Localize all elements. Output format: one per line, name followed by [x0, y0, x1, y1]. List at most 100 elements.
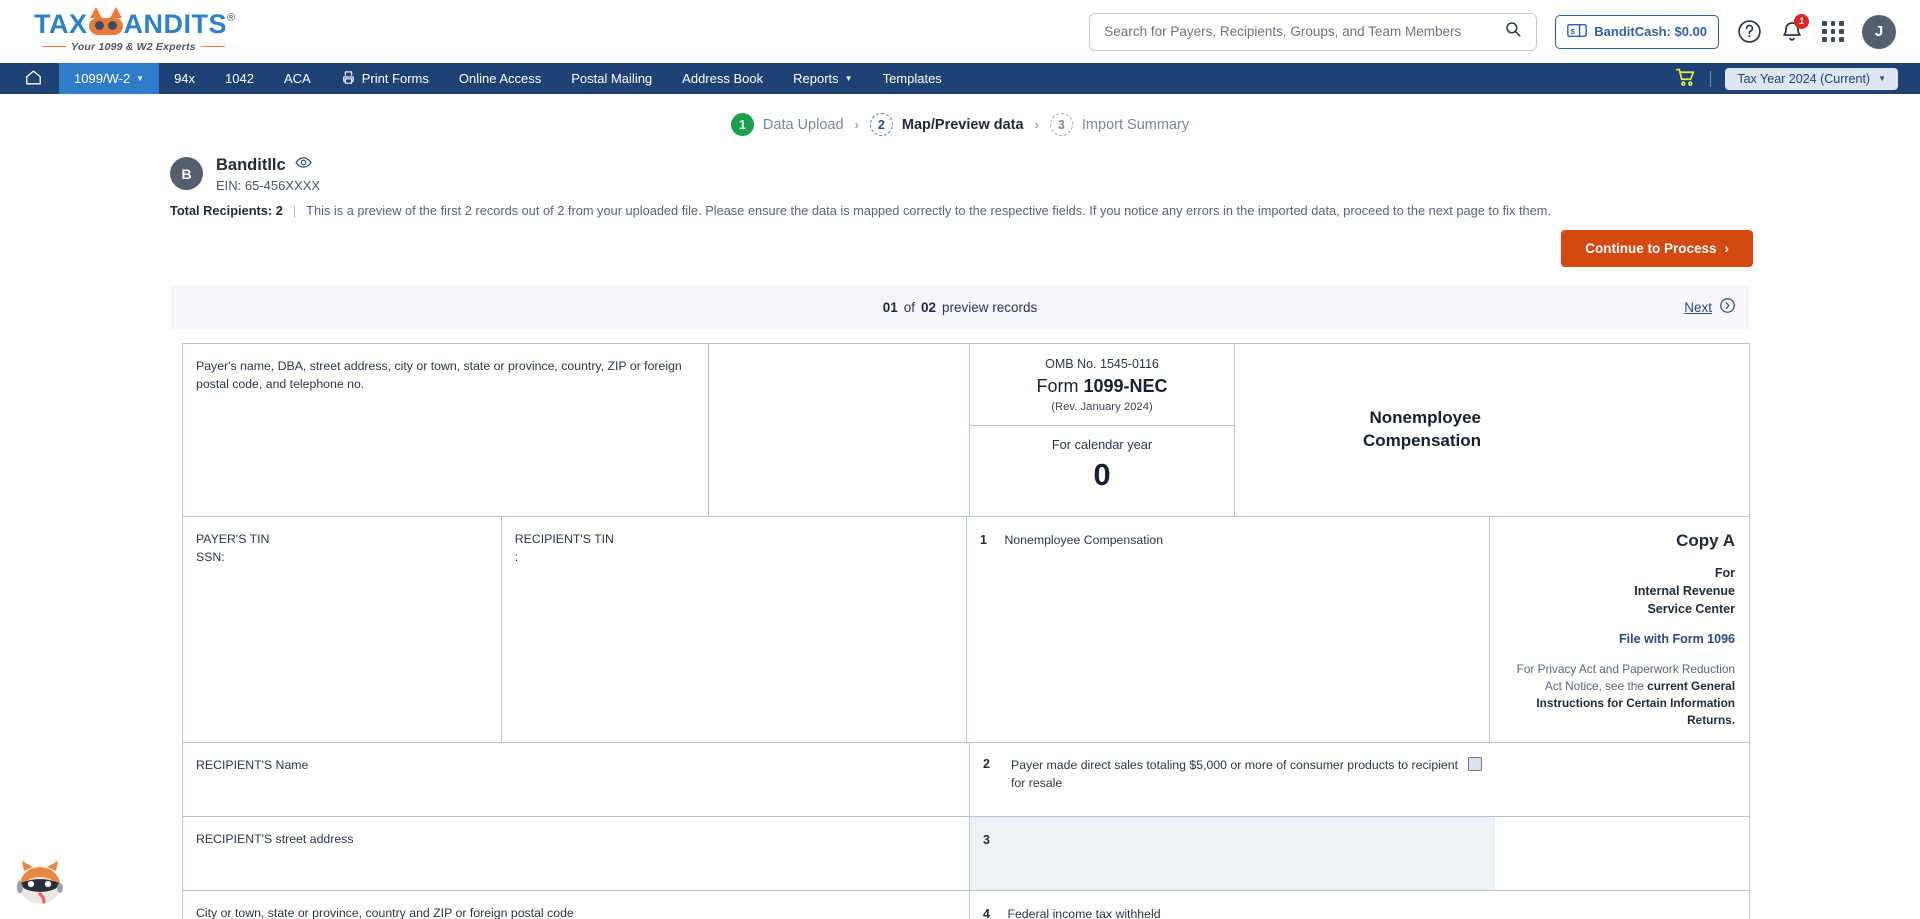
- printer-icon: [341, 70, 356, 88]
- step-label: Import Summary: [1081, 116, 1190, 133]
- nav-item-address-book[interactable]: Address Book: [667, 63, 778, 94]
- copy-a-title: Copy A: [1676, 531, 1735, 550]
- nav-home[interactable]: [18, 63, 59, 94]
- continue-to-process-button[interactable]: Continue to Process ›: [1561, 230, 1753, 267]
- preview-note-row: Total Recipients: 2 | This is a preview …: [170, 203, 1896, 218]
- wallet-icon: $: [1567, 23, 1588, 41]
- form-omb-cell: OMB No. 1545-0116 Form 1099-NEC (Rev. Ja…: [970, 344, 1235, 516]
- taxbandits-logo[interactable]: TAX ANDITS ® Your 1099 & W2 Experts: [34, 6, 235, 53]
- nav-item-aca[interactable]: ACA: [269, 63, 326, 94]
- recipient-city-cell[interactable]: City or town, state or province, country…: [183, 891, 970, 919]
- total-recipients-label: Total Recipients:: [170, 203, 273, 218]
- calendar-year-block: For calendar year 0: [970, 426, 1234, 506]
- tax-year-label: Tax Year 2024 (Current): [1737, 71, 1871, 86]
- payer-ein: EIN: 65-456XXXX: [216, 178, 321, 193]
- svg-text:$: $: [1571, 26, 1576, 35]
- record-suffix: preview records: [942, 299, 1038, 315]
- form-number: 1099-NEC: [1083, 376, 1168, 396]
- raccoon-mascot-icon: [16, 861, 63, 904]
- payer-address-cell[interactable]: Payer's name, DBA, street address, city …: [183, 344, 709, 516]
- notifications-bell-icon[interactable]: 1: [1780, 13, 1809, 44]
- nonemployee-compensation-title: Nonemployee Compensation: [1363, 407, 1481, 453]
- box-4-cell[interactable]: 4 Federal income tax withheld: [970, 891, 1495, 919]
- step-data-upload[interactable]: 1 Data Upload: [730, 113, 844, 136]
- payer-name-line: Banditllc: [216, 154, 320, 176]
- notification-badge: 1: [1794, 13, 1809, 29]
- logo-tagline-text: Your 1099 & W2 Experts: [71, 40, 196, 53]
- nav-item-templates[interactable]: Templates: [868, 63, 957, 94]
- step-number: 1: [730, 113, 754, 136]
- tax-year-selector[interactable]: Tax Year 2024 (Current) ▼: [1725, 67, 1898, 90]
- nav-label: 1099/W-2: [74, 71, 131, 86]
- total-recipients: Total Recipients: 2: [170, 203, 283, 218]
- bandit-cash-button[interactable]: $ BanditCash: $0.00: [1555, 14, 1719, 49]
- help-icon[interactable]: [1737, 19, 1762, 44]
- nav-divider: [1710, 70, 1712, 87]
- form-blank-cell: [709, 344, 970, 516]
- nav-item-postal-mailing[interactable]: Postal Mailing: [556, 63, 667, 94]
- nav-item-online-access[interactable]: Online Access: [444, 63, 556, 94]
- total-recipients-value: 2: [275, 203, 283, 218]
- nec-title-line1: Nonemployee: [1369, 408, 1481, 428]
- nav-item-1042[interactable]: 1042: [210, 63, 269, 94]
- nav-label: Templates: [882, 71, 942, 86]
- nav-item-94x[interactable]: 94x: [159, 63, 210, 94]
- form-row-recipient-name: RECIPIENT'S Name 2 Payer made direct sal…: [183, 743, 1749, 818]
- logo-text-andits: ANDITS: [123, 8, 227, 39]
- nav-item-reports[interactable]: Reports ▼: [778, 63, 867, 94]
- next-record-button[interactable]: Next: [1684, 297, 1736, 317]
- bandit-mask-icon: [88, 6, 123, 35]
- recipient-name-cell[interactable]: RECIPIENT'S Name: [183, 743, 970, 817]
- recipient-street-cell[interactable]: RECIPIENT'S street address: [183, 817, 970, 891]
- nav-item-1099-w2[interactable]: 1099/W-2 ▼: [59, 63, 160, 94]
- copy-a-irs-line2: Service Center: [1647, 601, 1735, 616]
- box-2-checkbox[interactable]: [1468, 757, 1482, 772]
- box-1-cell[interactable]: 1 Nonemployee Compensation: [967, 517, 1490, 743]
- chat-mascot-button[interactable]: [14, 859, 66, 909]
- form-row-tin: PAYER'S TIN SSN: RECIPIENT'S TIN : 1 Non…: [183, 517, 1749, 744]
- step-map-preview-data[interactable]: 2 Map/Preview data: [869, 113, 1024, 136]
- nav-item-print-forms[interactable]: Print Forms: [326, 63, 444, 94]
- payer-address-label: Payer's name, DBA, street address, city …: [196, 359, 682, 391]
- logo-text-tax: TAX: [34, 8, 88, 39]
- step-separator-icon: ›: [1034, 117, 1039, 132]
- copy-a-irs-line1: Internal Revenue: [1634, 583, 1735, 598]
- search-input[interactable]: [1104, 24, 1505, 39]
- recipient-city-label: City or town, state or province, country…: [196, 906, 574, 919]
- step-import-summary[interactable]: 3 Import Summary: [1049, 113, 1190, 136]
- nav-label: Reports: [793, 71, 839, 86]
- records-counter: 01 of 02 preview records: [883, 300, 1038, 315]
- continue-label: Continue to Process: [1585, 241, 1717, 256]
- form-revision: (Rev. January 2024): [1051, 401, 1153, 413]
- top-header: TAX ANDITS ® Your 1099 & W2 Experts Sear…: [0, 0, 1920, 63]
- recipient-tin-cell[interactable]: RECIPIENT'S TIN :: [502, 517, 967, 743]
- nec-title-line2: Compensation: [1362, 431, 1481, 450]
- chevron-down-icon: ▼: [844, 74, 853, 83]
- form-1099-nec-preview: Payer's name, DBA, street address, city …: [182, 343, 1750, 919]
- form-row-recipient-street: RECIPIENT'S street address 3: [183, 817, 1749, 892]
- step-label: Map/Preview data: [901, 116, 1024, 133]
- box-3-cell[interactable]: 3: [970, 817, 1495, 891]
- payer-tin-cell[interactable]: PAYER'S TIN SSN:: [183, 517, 502, 743]
- record-current: 01: [882, 299, 898, 315]
- header-actions: $ BanditCash: $0.00 1 J: [1089, 12, 1896, 51]
- payer-name: Banditllc: [216, 155, 286, 174]
- step-separator-icon: ›: [854, 117, 859, 132]
- box-2-number: 2: [983, 757, 990, 772]
- cart-icon[interactable]: [1675, 67, 1696, 91]
- note-divider: |: [292, 203, 297, 218]
- user-avatar[interactable]: J: [1862, 14, 1896, 49]
- nav-label: 94x: [174, 71, 196, 86]
- apps-grid-icon[interactable]: [1822, 21, 1844, 42]
- box-1-number: 1: [980, 533, 987, 547]
- eye-icon[interactable]: [295, 154, 312, 176]
- preview-records-bar: 01 of 02 preview records Next: [170, 285, 1750, 329]
- recipient-name-label: RECIPIENT'S Name: [196, 758, 309, 773]
- omb-header: OMB No. 1545-0116 Form 1099-NEC (Rev. Ja…: [970, 344, 1234, 426]
- payer-identity: B Banditllc EIN: 65-456XXXX: [170, 154, 1896, 193]
- global-search[interactable]: [1089, 12, 1538, 51]
- search-icon[interactable]: [1504, 20, 1522, 43]
- copy-a-for: For: [1714, 566, 1735, 580]
- box-2-cell[interactable]: 2 Payer made direct sales totaling $5,00…: [970, 743, 1495, 816]
- box-1-label: Nonemployee Compensation: [1004, 533, 1164, 547]
